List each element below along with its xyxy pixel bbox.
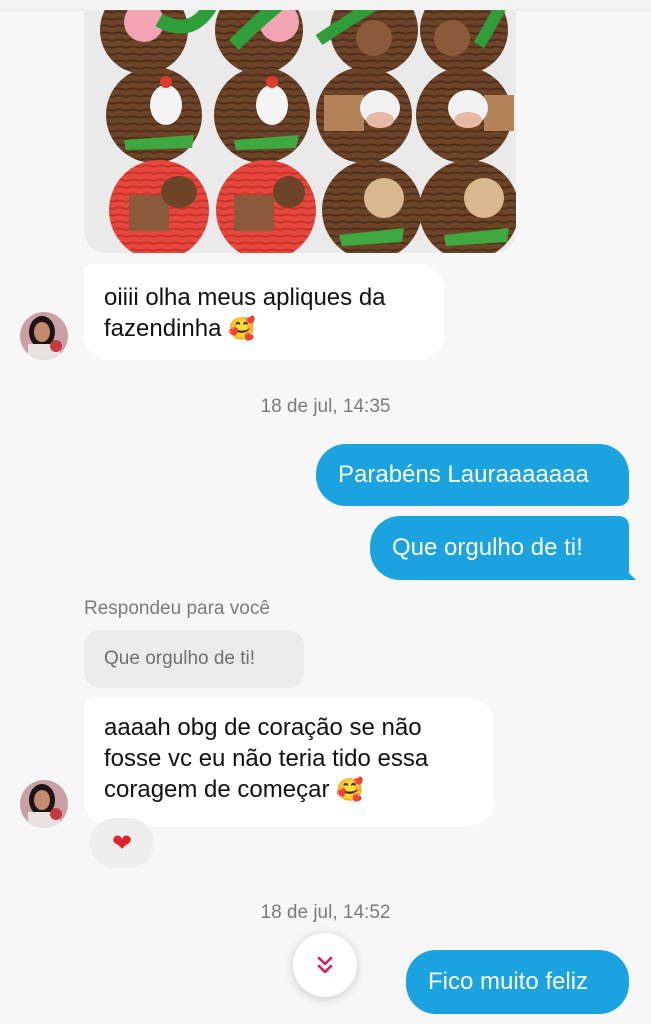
reply-quoted-message[interactable]: Que orgulho de ti! xyxy=(84,630,304,688)
sent-message-3[interactable]: Fico muito feliz xyxy=(406,950,629,1014)
sent-message-1[interactable]: Parabéns Lauraaaaaaa xyxy=(316,444,629,506)
smiling-hearts-emoji: 🥰 xyxy=(336,778,364,803)
shared-photo[interactable] xyxy=(84,10,516,253)
reply-quoted-text: Que orgulho de ti! xyxy=(104,648,256,669)
sent-message-2-text: Que orgulho de ti! xyxy=(392,534,583,561)
double-chevron-down-icon xyxy=(317,956,333,974)
timestamp-divider-1: 18 de jul, 14:35 xyxy=(260,396,391,417)
contact-avatar[interactable] xyxy=(20,312,68,360)
sent-message-1-text: Parabéns Lauraaaaaaa xyxy=(338,461,589,488)
reply-label: Respondeu para você xyxy=(84,598,270,619)
received-message-1[interactable]: oiiii olha meus apliques da fazendinha 🥰 xyxy=(84,264,444,360)
received-message-2-text: aaaah obg de coração se não fosse vc eu … xyxy=(104,714,429,803)
sent-message-2[interactable]: Que orgulho de ti! xyxy=(370,516,629,580)
heart-reaction[interactable]: ❤ xyxy=(90,818,154,868)
contact-avatar[interactable] xyxy=(20,780,68,828)
timestamp-divider-2: 18 de jul, 14:52 xyxy=(260,902,391,923)
smiling-hearts-emoji: 🥰 xyxy=(228,317,256,342)
scroll-to-bottom-button[interactable] xyxy=(293,933,357,997)
received-message-2[interactable]: aaaah obg de coração se não fosse vc eu … xyxy=(84,698,494,826)
sent-bubble-tail xyxy=(626,570,636,580)
sent-message-3-text: Fico muito feliz xyxy=(428,968,589,995)
heart-icon: ❤ xyxy=(111,829,133,857)
